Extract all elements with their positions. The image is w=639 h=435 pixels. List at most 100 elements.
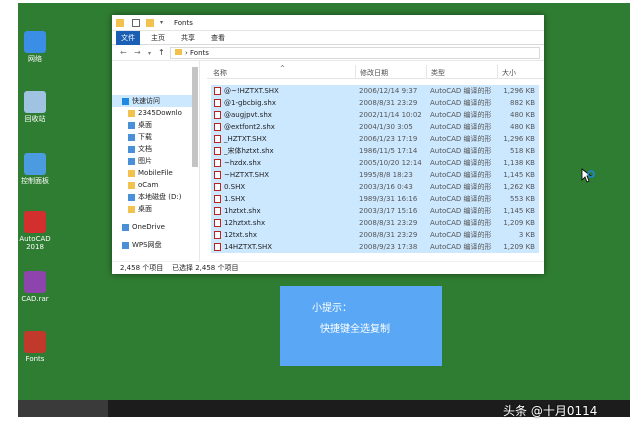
picture-icon [128, 157, 135, 165]
column-type[interactable]: 类型 [431, 68, 445, 78]
archive-icon [24, 271, 46, 293]
file-name: @extfont2.shx [224, 123, 275, 131]
file-row[interactable]: _宋体hztxt.shx 1986/11/5 17:14 AutoCAD 编译的形 5… [211, 145, 539, 157]
desktop-icon-3[interactable]: 控制面板 [18, 153, 55, 185]
file-date: 2008/8/31 23:29 [359, 231, 418, 239]
up-arrow-icon[interactable]: ↑ [158, 48, 165, 57]
sidebar-scrollbar[interactable] [192, 67, 198, 167]
address-field[interactable]: › Fonts [170, 47, 540, 59]
sidebar-item-label: oCam [138, 181, 159, 189]
file-name: 12hztxt.shx [224, 219, 266, 227]
file-row[interactable]: @~!HZTXT.SHX 2006/12/14 9:37 AutoCAD 编译的形 1… [211, 85, 539, 97]
network-icon [24, 31, 46, 53]
ribbon-tab-4[interactable]: 查看 [206, 31, 230, 45]
screenshot-stage: 网络回收站控制面板 AutoCAD 2018 CAD.rar Fonts ▾ Font… [0, 0, 639, 435]
file-name: _宋体hztxt.shx [224, 147, 274, 155]
desktop-icon-label: 网络 [28, 55, 42, 63]
file-row[interactable]: 1hztxt.shx 2003/3/17 15:16 AutoCAD 编译的形 1,1… [211, 205, 539, 217]
column-name[interactable]: 名称 [213, 68, 227, 78]
busy-cursor-icon [581, 168, 595, 183]
desktop-icon-5[interactable]: CAD.rar [18, 271, 55, 303]
sidebar-item-4[interactable]: 下载 [112, 131, 198, 143]
desktop-icon-label: CAD.rar [21, 295, 49, 303]
chevron-down-icon[interactable]: ▾ [160, 19, 168, 27]
back-arrow-icon[interactable]: ← [120, 48, 127, 57]
file-row[interactable]: _HZTXT.SHX 2006/1/23 17:19 AutoCAD 编译的形 1,2… [211, 133, 539, 145]
file-name: 14HZTXT.SHX [224, 243, 273, 251]
sidebar-item-5[interactable]: 文档 [112, 143, 198, 155]
title-bar: ▾ Fonts [112, 15, 544, 31]
recycle-bin-icon [24, 91, 46, 113]
ribbon-tab-1[interactable]: 文件 [116, 31, 140, 45]
file-type: AutoCAD 编译的形 [430, 159, 492, 167]
desktop-icon-label: Fonts [25, 355, 45, 363]
sidebar-item-label: WPS网盘 [132, 241, 162, 249]
file-date: 2003/3/16 0:43 [359, 183, 413, 191]
folder-icon [128, 169, 135, 177]
file-date: 1989/3/31 16:16 [359, 195, 418, 203]
sidebar-item-8[interactable]: oCam [112, 179, 198, 191]
file-explorer-window: ▾ Fonts 文件 主页 共享 查看 ← → ▾ ↑ › Fonts 快速访问 234… [112, 15, 544, 274]
sidebar-item-6[interactable]: 图片 [112, 155, 198, 167]
file-date: 1995/8/8 18:23 [359, 171, 413, 179]
ribbon-tab-2[interactable]: 主页 [146, 31, 170, 45]
ribbon-tab-3[interactable]: 共享 [176, 31, 200, 45]
column-size[interactable]: 大小 [502, 68, 516, 78]
file-row[interactable]: @augjpvt.shx 2002/11/14 10:02 AutoCAD 编译的形… [211, 109, 539, 121]
sidebar-item-7[interactable]: MobileFile [112, 167, 198, 179]
sidebar-item-label: 下载 [138, 133, 152, 141]
desktop-icon [128, 121, 135, 129]
status-bar: 2,458 个项目 已选择 2,458 个项目 [112, 261, 544, 274]
shx-file-icon [214, 111, 221, 119]
drive-icon [128, 193, 135, 201]
sidebar-item-9[interactable]: 本地磁盘 (D:) [112, 191, 198, 203]
file-date: 2008/8/31 23:29 [359, 219, 418, 227]
file-type: AutoCAD 编译的形 [430, 171, 492, 179]
file-row[interactable]: 1.SHX 1989/3/31 16:16 AutoCAD 编译的形 553 KB [211, 193, 539, 205]
file-size: 1,145 KB [503, 171, 535, 179]
desktop-icon-6[interactable]: Fonts [18, 331, 55, 363]
file-name: @~!HZTXT.SHX [224, 87, 279, 95]
sidebar-item-11[interactable]: OneDrive [112, 221, 198, 233]
file-size: 1,209 KB [503, 243, 535, 251]
file-date: 2006/12/14 9:37 [359, 87, 418, 95]
sidebar-item-12[interactable]: WPS网盘 [112, 239, 198, 251]
sidebar-item-10[interactable]: 桌面 [112, 203, 198, 215]
sidebar-item-3[interactable]: 桌面 [112, 119, 198, 131]
sidebar-item-label: MobileFile [138, 169, 173, 177]
desktop-icon-2[interactable]: 回收站 [18, 91, 55, 123]
download-icon [128, 133, 135, 141]
taskbar-start-area[interactable] [18, 400, 108, 417]
forward-arrow-icon[interactable]: → [134, 48, 141, 57]
new-folder-icon[interactable] [146, 19, 154, 27]
file-type: AutoCAD 编译的形 [430, 207, 492, 215]
sidebar-item-2[interactable]: 2345Downlo [112, 107, 198, 119]
file-row[interactable]: ~hzdx.shx 2005/10/20 12:14 AutoCAD 编译的形 1,1… [211, 157, 539, 169]
column-date[interactable]: 修改日期 [360, 68, 388, 78]
file-row[interactable]: 12hztxt.shx 2008/8/31 23:29 AutoCAD 编译的形 1,… [211, 217, 539, 229]
file-row[interactable]: @1-gbcbig.shx 2008/8/31 23:29 AutoCAD 编译的形… [211, 97, 539, 109]
desktop-icon-1[interactable]: 网络 [18, 31, 55, 63]
file-row[interactable]: @extfont2.shx 2004/1/30 3:05 AutoCAD 编译的形 4… [211, 121, 539, 133]
column-divider[interactable] [355, 65, 356, 79]
properties-icon[interactable] [132, 19, 140, 27]
watermark-text: 头条 @十月0114 [503, 404, 598, 418]
document-icon [128, 145, 135, 153]
window-title: Fonts [174, 19, 193, 27]
file-date: 2004/1/30 3:05 [359, 123, 413, 131]
chevron-down-icon[interactable]: ▾ [148, 50, 151, 57]
sidebar-item-1[interactable]: 快速访问 [112, 95, 198, 107]
sidebar-item-label: 快速访问 [132, 97, 160, 105]
file-name: ~hzdx.shx [224, 159, 262, 167]
file-row[interactable]: 0.SHX 2003/3/16 0:43 AutoCAD 编译的形 1,262 KB [211, 181, 539, 193]
file-size: 1,296 KB [503, 135, 535, 143]
status-selected-count: 已选择 2,458 个项目 [172, 264, 239, 272]
column-divider[interactable] [426, 65, 427, 79]
column-divider[interactable] [497, 65, 498, 79]
sidebar-item-label: 2345Downlo [138, 109, 182, 117]
file-row[interactable]: ~HZTXT.SHX 1995/8/8 18:23 AutoCAD 编译的形 1,14… [211, 169, 539, 181]
file-row[interactable]: 14HZTXT.SHX 2008/9/23 17:38 AutoCAD 编译的形 1,… [211, 241, 539, 253]
desktop-icon-4[interactable]: AutoCAD 2018 [18, 211, 55, 251]
file-date: 2005/10/20 12:14 [359, 159, 422, 167]
file-row[interactable]: 12txt.shx 2008/8/31 23:29 AutoCAD 编译的形 3 KB [211, 229, 539, 241]
